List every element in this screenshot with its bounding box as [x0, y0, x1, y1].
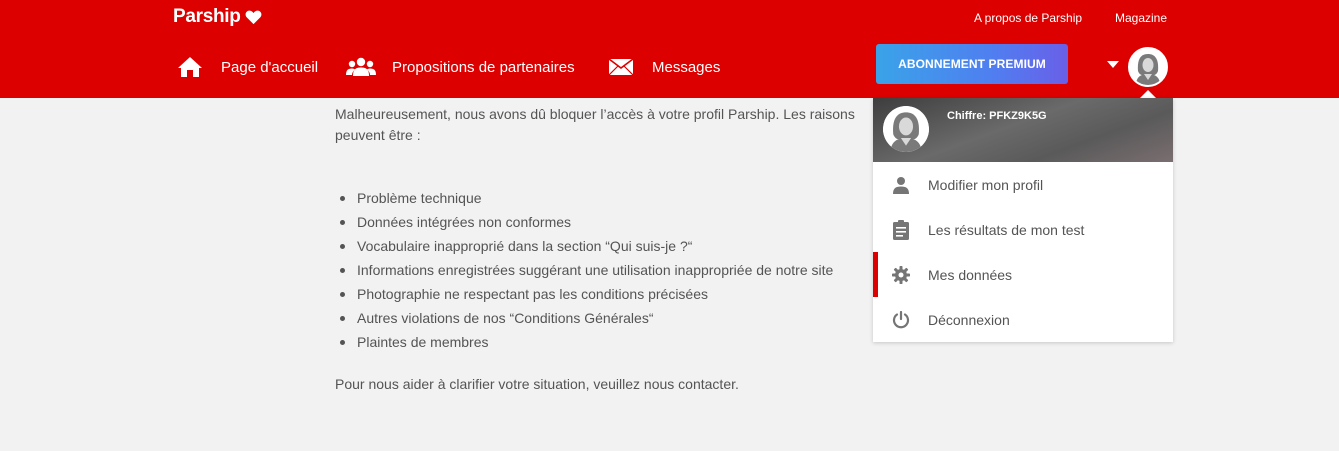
nav-partner-proposals-label: Propositions de partenaires [392, 58, 575, 76]
nav-home[interactable]: Page d'accueil [177, 52, 318, 82]
parship-logo[interactable]: Parship [173, 6, 262, 28]
magazine-link[interactable]: Magazine [1115, 11, 1167, 25]
reasons-list: Problème technique Données intégrées non… [335, 186, 875, 354]
list-item: Problème technique [335, 186, 875, 210]
clipboard-icon [892, 219, 910, 240]
nav-messages-label: Messages [652, 58, 721, 76]
dropdown-avatar [883, 106, 929, 152]
nav-messages[interactable]: Messages [609, 52, 720, 82]
nav-partner-proposals[interactable]: Propositions de partenaires [346, 52, 575, 82]
menu-item-test-results[interactable]: Les résultats de mon test [873, 207, 1173, 252]
dropdown-pointer [1140, 90, 1156, 98]
list-item: Photographie ne respectant pas les condi… [335, 282, 875, 306]
female-avatar-icon [883, 106, 929, 152]
menu-item-label: Les résultats de mon test [928, 221, 1085, 238]
list-item: Données intégrées non conformes [335, 210, 875, 234]
menu-item-label: Mes données [928, 266, 1013, 283]
list-item: Vocabulaire inapproprié dans la section … [335, 234, 875, 258]
users-icon [346, 57, 376, 77]
heart-icon [245, 10, 262, 25]
female-avatar-icon [1130, 49, 1166, 85]
power-icon [892, 310, 910, 330]
logo-text: Parship [173, 6, 241, 27]
chevron-down-icon[interactable] [1107, 61, 1119, 68]
top-header: Parship A propos de Parship Magazine Pag… [0, 0, 1339, 98]
profile-dropdown-menu: Chiffre: PFKZ9K5G Modifier mon profil Le… [873, 98, 1173, 342]
user-icon [892, 175, 910, 195]
menu-item-edit-profile[interactable]: Modifier mon profil [873, 162, 1173, 207]
menu-item-logout[interactable]: Déconnexion [873, 297, 1173, 342]
envelope-icon [609, 59, 633, 75]
menu-item-label: Modifier mon profil [928, 176, 1044, 193]
home-icon [177, 56, 203, 78]
about-link[interactable]: A propos de Parship [974, 11, 1082, 25]
list-item: Plaintes de membres [335, 330, 875, 354]
profile-code: Chiffre: PFKZ9K5G [947, 110, 1047, 122]
avatar[interactable] [1128, 47, 1168, 87]
nav-home-label: Page d'accueil [221, 58, 319, 76]
menu-item-label: Déconnexion [928, 311, 1010, 328]
premium-subscription-button[interactable]: ABONNEMENT PREMIUM [876, 44, 1068, 84]
contact-text: Pour nous aider à clarifier votre situat… [335, 376, 739, 392]
dropdown-header: Chiffre: PFKZ9K5G [873, 98, 1173, 162]
intro-text: Malheureusement, nous avons dû bloquer l… [335, 106, 855, 143]
blocked-profile-message: Malheureusement, nous avons dû bloquer l… [335, 104, 875, 354]
menu-item-my-data[interactable]: Mes données [873, 252, 1173, 297]
list-item: Autres violations de nos “Conditions Gén… [335, 306, 875, 330]
gear-icon [892, 265, 910, 285]
list-item: Informations enregistrées suggérant une … [335, 258, 875, 282]
